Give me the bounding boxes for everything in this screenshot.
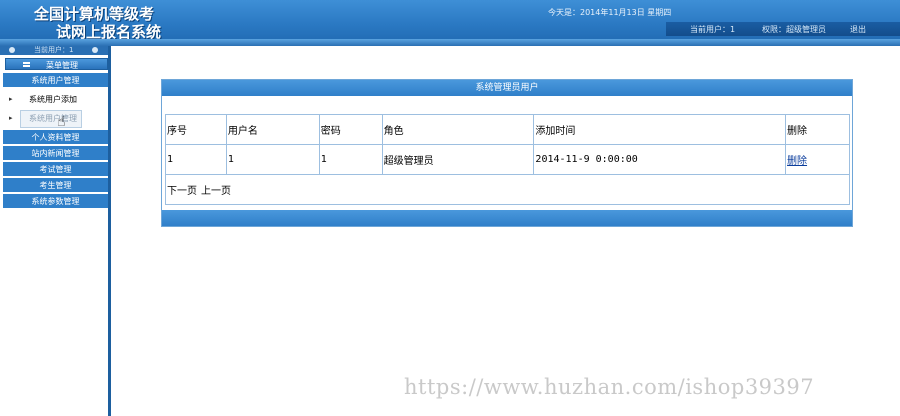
column-header-index: 序号 [165, 114, 227, 145]
sidebar-category-exams[interactable]: 考试管理 [3, 162, 108, 177]
column-header-username: 用户名 [225, 114, 320, 145]
arrow-right-icon: ▸ [9, 95, 13, 103]
sidebar: 当前用户：1 菜单管理 系统用户管理 ▸ 系统用户添加 ▸ 系统用户管理 个人资… [0, 46, 111, 416]
sidebar-item-manage-system-user[interactable]: ▸ 系统用户管理 [3, 109, 108, 128]
sidebar-item-label: 系统用户添加 [29, 95, 77, 104]
table-header-row: 序号 用户名 密码 角色 添加时间 删除 [165, 114, 850, 145]
user-bar: 当前用户：1 权限：超级管理员 退出 [666, 22, 900, 36]
sidebar-category-news[interactable]: 站内新闻管理 [3, 146, 108, 161]
watermark: https://www.huzhan.com/ishop39397 [404, 375, 815, 399]
hand-cursor-icon: ☝ [57, 114, 66, 130]
circle-icon [92, 47, 98, 53]
column-header-delete: 删除 [785, 114, 850, 145]
prev-page-link[interactable]: 上一页 [201, 186, 231, 197]
sidebar-item-add-system-user[interactable]: ▸ 系统用户添加 [3, 90, 108, 109]
column-header-password: 密码 [318, 114, 383, 145]
cell-delete: 删除 [785, 144, 850, 175]
sidebar-category-parameters[interactable]: 系统参数管理 [3, 194, 108, 209]
delete-link[interactable]: 删除 [787, 156, 807, 167]
sidebar-top-bar: 当前用户：1 [0, 46, 108, 55]
app-title: 全国计算机等级考 试网上报名系统 [34, 5, 204, 41]
table-row: 1 1 1 超级管理员 2014-11-9 0:00:00 删除 [165, 144, 850, 175]
cell-index: 1 [165, 144, 227, 175]
app-title-line1: 全国计算机等级考 [34, 5, 155, 23]
sidebar-current-user: 当前用户：1 [34, 46, 74, 54]
admin-users-table: 序号 用户名 密码 角色 添加时间 删除 1 1 1 超级管理员 2014-11… [165, 114, 850, 205]
menu-icon [23, 62, 30, 67]
circle-icon [9, 47, 15, 53]
current-date: 今天是：2014年11月13日 星期四 [548, 8, 672, 17]
user-role-label: 权限：超级管理员 [762, 25, 826, 34]
arrow-right-icon: ▸ [9, 114, 13, 122]
cell-username: 1 [225, 144, 320, 175]
sidebar-item-label: 系统用户管理 [29, 114, 77, 123]
sidebar-category-system-users[interactable]: 系统用户管理 [3, 73, 108, 88]
cell-role: 超级管理员 [381, 144, 535, 175]
pager-row: 下一页 上一页 [165, 174, 850, 205]
sidebar-category-profile[interactable]: 个人资料管理 [3, 130, 108, 145]
pager: 下一页 上一页 [165, 174, 850, 205]
app-header: 全国计算机等级考 试网上报名系统 今天是：2014年11月13日 星期四 当前用… [0, 0, 900, 46]
sidebar-category-candidates[interactable]: 考生管理 [3, 178, 108, 193]
admin-users-panel: 系统管理员用户 序号 用户名 密码 角色 添加时间 删除 1 1 1 超级管理员… [161, 79, 853, 227]
current-user-label: 当前用户：1 [690, 25, 736, 34]
cell-password: 1 [318, 144, 383, 175]
column-header-added-time: 添加时间 [533, 114, 787, 145]
logout-link[interactable]: 退出 [850, 24, 866, 35]
menu-header[interactable]: 菜单管理 [5, 58, 108, 70]
column-header-role: 角色 [381, 114, 535, 145]
panel-title: 系统管理员用户 [162, 80, 852, 96]
panel-footer-bar [162, 210, 852, 226]
cell-added-time: 2014-11-9 0:00:00 [533, 144, 787, 175]
next-page-link[interactable]: 下一页 [167, 186, 197, 197]
header-band [0, 39, 900, 46]
menu-header-label: 菜单管理 [46, 61, 78, 70]
